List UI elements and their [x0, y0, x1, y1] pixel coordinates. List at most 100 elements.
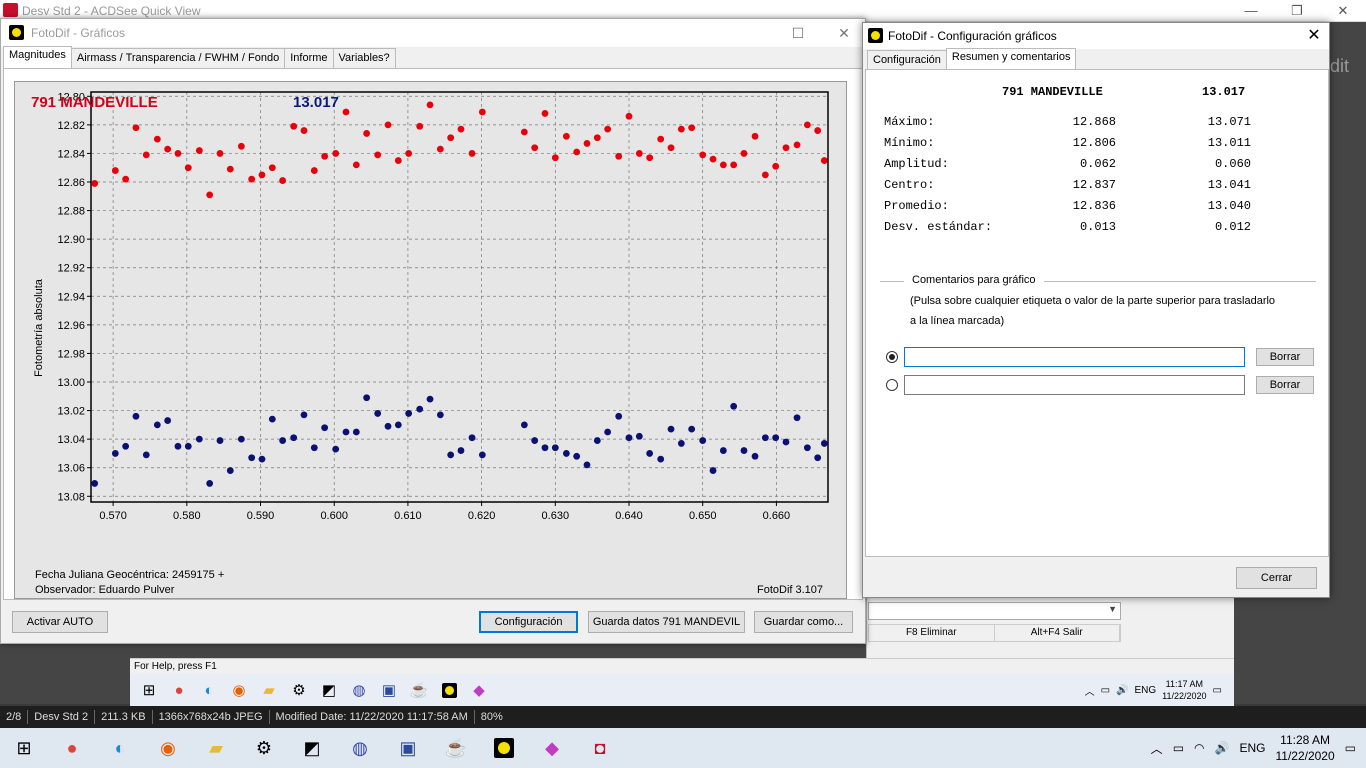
status-filesize: 211.3 KB — [95, 710, 153, 724]
sphere-icon[interactable]: ◍ — [336, 728, 384, 768]
stat-label[interactable]: Centro: — [884, 178, 934, 192]
chrome-icon[interactable]: ● — [48, 728, 96, 768]
target-star-point — [803, 121, 811, 129]
java-icon[interactable]: ☕ — [432, 728, 480, 768]
tab-variables[interactable]: Variables? — [332, 48, 396, 68]
clear-comment-2-button[interactable]: Borrar — [1256, 376, 1314, 394]
close-icon[interactable]: ✕ — [821, 19, 867, 47]
star-name[interactable]: 791 MANDEVILLE — [31, 94, 158, 111]
x-tick-label: 0.630 — [542, 510, 570, 522]
stat-label[interactable]: Amplitud: — [884, 157, 949, 171]
tab-informe[interactable]: Informe — [284, 48, 334, 68]
maximize-icon[interactable]: ☐ — [775, 19, 821, 47]
taskbar: ⊞ ● ◐ ◉ ▰ ⚙ ◩ ◍ ▣ ☕ ◆ ◘ ︿ ▭ ◠ 🔊 ENG 11:2… — [0, 728, 1366, 768]
stat-label[interactable]: Promedio: — [884, 199, 949, 213]
comment-1-radio[interactable] — [886, 351, 898, 363]
wifi-icon[interactable]: ◠ — [1194, 741, 1204, 755]
comparison-star-point — [352, 428, 360, 436]
graphs-window-title: FotoDif - Gráficos — [31, 26, 126, 40]
save-as-button[interactable]: Guardar como... — [754, 611, 853, 633]
target-star-point — [604, 125, 612, 133]
comparison-star-point — [111, 450, 119, 457]
camera-icon[interactable]: ◘ — [576, 728, 624, 768]
target-star-point — [164, 145, 172, 153]
comparison-star-point — [374, 410, 382, 417]
floppy-icon[interactable]: ▣ — [384, 728, 432, 768]
speaker-icon[interactable]: 🔊 — [1215, 741, 1230, 755]
y-tick-label: 13.04 — [57, 434, 85, 446]
stat-value[interactable]: 12.837 — [1026, 178, 1116, 192]
tool-icon[interactable]: ⚙ — [240, 728, 288, 768]
comment-2-radio[interactable] — [886, 379, 898, 391]
comment-2-input[interactable] — [904, 375, 1245, 395]
inner-lang: ENG — [1134, 684, 1157, 696]
stat-label[interactable]: Desv. estándar: — [884, 220, 992, 234]
notification-icon[interactable]: ▭ — [1345, 741, 1356, 755]
edge-icon[interactable]: ◐ — [96, 728, 144, 768]
stat-value[interactable]: 0.062 — [1026, 157, 1116, 171]
stat-value[interactable]: 13.040 — [1166, 199, 1251, 213]
target-star-point — [153, 135, 161, 143]
stat-value[interactable]: 0.013 — [1026, 220, 1116, 234]
stat-value[interactable]: 13.041 — [1166, 178, 1251, 192]
restore-icon[interactable]: ❐ — [1274, 0, 1320, 22]
comparison-star-point — [164, 417, 172, 424]
stat-value[interactable]: 13.011 — [1166, 136, 1251, 150]
save-data-button[interactable]: Guarda datos 791 MANDEVIL — [588, 611, 745, 633]
tab-magnitudes[interactable]: Magnitudes — [3, 46, 72, 68]
drop-icon[interactable]: ◆ — [528, 728, 576, 768]
language-indicator[interactable]: ENG — [1239, 741, 1265, 755]
java-icon: ☕ — [409, 682, 429, 699]
close-icon[interactable]: ✕ — [1299, 23, 1329, 49]
summary-star-name[interactable]: 791 MANDEVILLE — [1002, 85, 1103, 99]
clear-comment-1-button[interactable]: Borrar — [1256, 348, 1314, 366]
comparison-star-point — [363, 394, 371, 402]
target-star-point — [268, 164, 276, 172]
stat-label[interactable]: Máximo: — [884, 115, 934, 129]
minimize-icon[interactable]: — — [1228, 0, 1274, 22]
comparison-star-point — [657, 455, 665, 463]
stat-label[interactable]: Mínimo: — [884, 136, 934, 150]
comparison-star-point — [820, 440, 828, 447]
fotodif-icon — [9, 25, 24, 40]
y-tick-label: 12.90 — [57, 234, 85, 246]
chevron-up-icon[interactable]: ︿ — [1151, 740, 1163, 757]
stat-value[interactable]: 12.836 — [1026, 199, 1116, 213]
inner-system-tray: ︿ ▭ 🔊 ENG 11:17 AM 11/22/2020 ▭ — [1085, 674, 1222, 706]
comparison-star-point — [604, 428, 612, 436]
activate-auto-button[interactable]: Activar AUTO — [12, 611, 108, 633]
tab-resumen[interactable]: Resumen y comentarios — [945, 48, 1077, 70]
firefox-icon[interactable]: ◉ — [144, 728, 192, 768]
folder-icon[interactable]: ▰ — [192, 728, 240, 768]
target-star-point — [279, 177, 287, 184]
summary-comp-value[interactable]: 13.017 — [1202, 85, 1245, 99]
clock[interactable]: 11:28 AM 11/22/2020 — [1275, 732, 1334, 764]
comparison-value[interactable]: 13.017 — [293, 94, 339, 111]
tab-airmass[interactable]: Airmass / Transparencia / FWHM / Fondo — [70, 48, 286, 68]
battery-icon[interactable]: ▭ — [1173, 741, 1184, 755]
folder-icon: ▰ — [263, 682, 275, 699]
stat-value[interactable]: 12.806 — [1026, 136, 1116, 150]
stat-value[interactable]: 0.060 — [1166, 157, 1251, 171]
windows-start-icon[interactable]: ⊞ — [0, 728, 48, 768]
comment-1-input[interactable] — [904, 347, 1245, 367]
fotodif-icon[interactable] — [480, 728, 528, 768]
comparison-star-point — [457, 447, 465, 454]
target-star-point — [363, 130, 371, 137]
configuration-button[interactable]: Configuración — [479, 611, 578, 633]
close-icon[interactable]: ✕ — [1320, 0, 1366, 22]
target-star-point — [761, 171, 769, 179]
stat-value[interactable]: 0.012 — [1166, 220, 1251, 234]
image-tool-icon[interactable]: ◩ — [288, 728, 336, 768]
close-button[interactable]: Cerrar — [1236, 567, 1317, 589]
tool-icon: ⚙ — [292, 682, 306, 699]
background-text-fragment: dit — [1330, 56, 1350, 76]
target-star-point — [290, 122, 298, 130]
speaker-icon: 🔊 — [1116, 684, 1129, 696]
tab-configuracion[interactable]: Configuración — [867, 50, 947, 70]
comparison-star-point — [248, 454, 256, 462]
stat-value[interactable]: 13.071 — [1166, 115, 1251, 129]
inner-status-bar: For Help, press F1 — [130, 658, 1234, 674]
acdsee-window-title: Desv Std 2 - ACDSee Quick View — [22, 4, 201, 18]
stat-value[interactable]: 12.868 — [1026, 115, 1116, 129]
